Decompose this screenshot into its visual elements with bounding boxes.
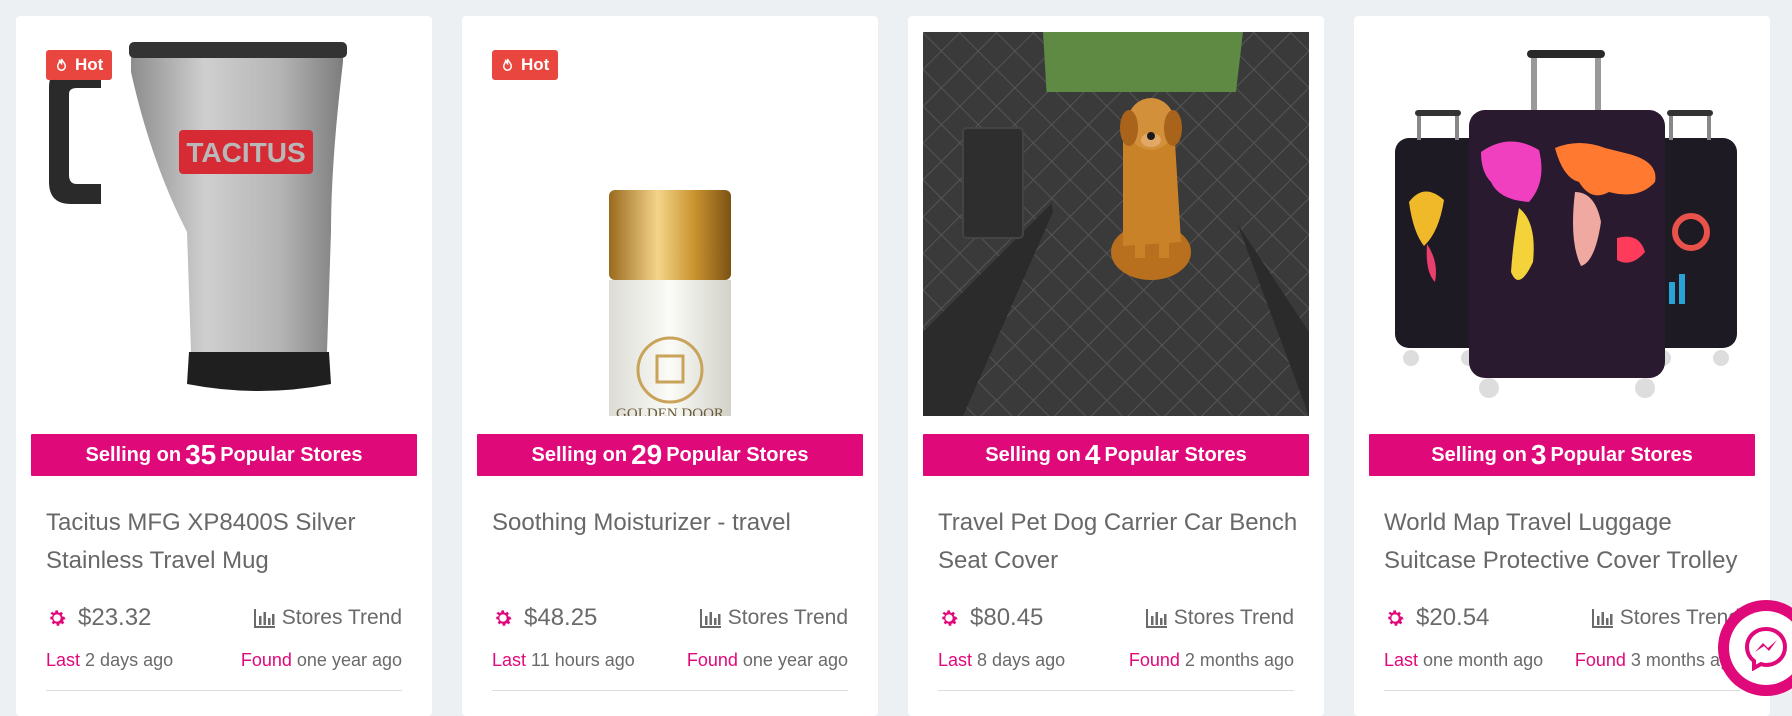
product-image[interactable]: GOLDEN DOOR	[477, 32, 863, 416]
flame-icon	[56, 58, 67, 71]
stores-trend-link[interactable]: Stores Trend	[1591, 606, 1740, 630]
store-count: 4	[1084, 439, 1101, 470]
product-title[interactable]: Tacitus MFG XP8400S Silver Stainless Tra…	[46, 504, 406, 580]
dates-row: Last 2 days ago Found one year ago	[46, 650, 402, 671]
stores-trend-link[interactable]: Stores Trend	[1145, 606, 1294, 630]
last-seen: Last one month ago	[1384, 650, 1544, 670]
product-title[interactable]: World Map Travel Luggage Suitcase Protec…	[1384, 504, 1744, 580]
messenger-icon	[1744, 626, 1788, 671]
hot-badge: Hot	[46, 50, 113, 80]
price-row: $48.25 Stores Trend	[492, 604, 848, 632]
gear-icon	[496, 610, 512, 626]
price-row: $80.45 Stores Trend	[938, 604, 1294, 632]
dates-row: Last 11 hours ago Found one year ago	[492, 650, 848, 671]
store-count: 35	[185, 439, 217, 470]
product-grid: Hot TACITUS Selling on 35 Popular Stores…	[16, 16, 1770, 716]
divider	[938, 690, 1294, 691]
gear-icon	[50, 610, 66, 626]
stores-trend-link[interactable]: Stores Trend	[699, 606, 848, 630]
product-card[interactable]: Selling on 3 Popular Stores World Map Tr…	[1354, 16, 1770, 716]
selling-banner: Selling on 35 Popular Stores	[31, 434, 417, 476]
product-card[interactable]: Hot GOLDEN DOOR Selling on 29 Popular St…	[462, 16, 878, 716]
bar-chart-icon	[1145, 609, 1167, 628]
stores-trend-link[interactable]: Stores Trend	[253, 606, 402, 630]
product-image[interactable]: TACITUS	[31, 32, 417, 416]
last-seen: Last 2 days ago	[46, 650, 174, 670]
price: $20.54	[1384, 604, 1489, 632]
price-row: $20.54 Stores Trend	[1384, 604, 1740, 632]
product-image[interactable]	[1369, 32, 1755, 416]
found-date: Found one year ago	[686, 650, 848, 670]
svg-text:GOLDEN DOOR: GOLDEN DOOR	[616, 406, 724, 416]
last-seen: Last 11 hours ago	[492, 650, 635, 670]
found-date: Found 2 months ago	[1128, 650, 1294, 670]
bar-chart-icon	[253, 609, 275, 628]
hot-badge: Hot	[492, 50, 559, 80]
price: $80.45	[938, 604, 1043, 632]
found-date: Found one year ago	[240, 650, 402, 670]
last-seen: Last 8 days ago	[938, 650, 1066, 670]
gear-icon	[942, 610, 958, 626]
dates-row: Last 8 days ago Found 2 months ago	[938, 650, 1294, 671]
bar-chart-icon	[1591, 609, 1613, 628]
gear-icon	[1388, 610, 1404, 626]
product-title[interactable]: Travel Pet Dog Carrier Car Bench Seat Co…	[938, 504, 1298, 580]
divider	[492, 690, 848, 691]
divider	[1384, 690, 1740, 691]
price: $48.25	[492, 604, 597, 632]
selling-banner: Selling on 4 Popular Stores	[923, 434, 1309, 476]
bar-chart-icon	[699, 609, 721, 628]
price: $23.32	[46, 604, 151, 632]
divider	[46, 690, 402, 691]
product-card[interactable]: Selling on 4 Popular Stores Travel Pet D…	[908, 16, 1324, 716]
price-row: $23.32 Stores Trend	[46, 604, 402, 632]
flame-icon	[502, 58, 513, 71]
product-title[interactable]: Soothing Moisturizer - travel	[492, 504, 852, 542]
selling-banner: Selling on 3 Popular Stores	[1369, 434, 1755, 476]
svg-text:TACITUS: TACITUS	[186, 137, 305, 168]
dates-row: Last one month ago Found 3 months ago	[1384, 650, 1740, 671]
selling-banner: Selling on 29 Popular Stores	[477, 434, 863, 476]
store-count: 29	[631, 439, 663, 470]
product-image[interactable]	[923, 32, 1309, 416]
store-count: 3	[1530, 439, 1547, 470]
product-card[interactable]: Hot TACITUS Selling on 35 Popular Stores…	[16, 16, 432, 716]
found-date: Found 3 months ago	[1574, 650, 1740, 670]
